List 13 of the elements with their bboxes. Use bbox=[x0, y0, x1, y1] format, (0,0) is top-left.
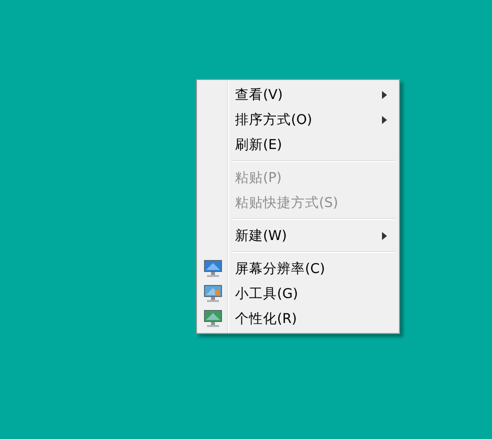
submenu-arrow-icon bbox=[382, 116, 387, 124]
menu-item[interactable]: 个性化(R) bbox=[199, 306, 397, 331]
submenu-arrow-icon bbox=[382, 90, 387, 98]
monitor-icon bbox=[203, 259, 223, 278]
menu-item[interactable]: 新建(W) bbox=[199, 223, 397, 248]
monitor-icon bbox=[203, 309, 223, 328]
monitor-icon bbox=[203, 284, 223, 303]
menu-item[interactable]: 查看(V) bbox=[199, 82, 397, 107]
menu-item[interactable]: 排序方式(O) bbox=[199, 107, 397, 132]
submenu-arrow-icon bbox=[382, 232, 387, 240]
menu-item[interactable]: 刷新(E) bbox=[199, 132, 397, 157]
menu-item[interactable]: 小工具(G) bbox=[199, 281, 397, 306]
menu-item[interactable]: 屏幕分辨率(C) bbox=[199, 256, 397, 281]
